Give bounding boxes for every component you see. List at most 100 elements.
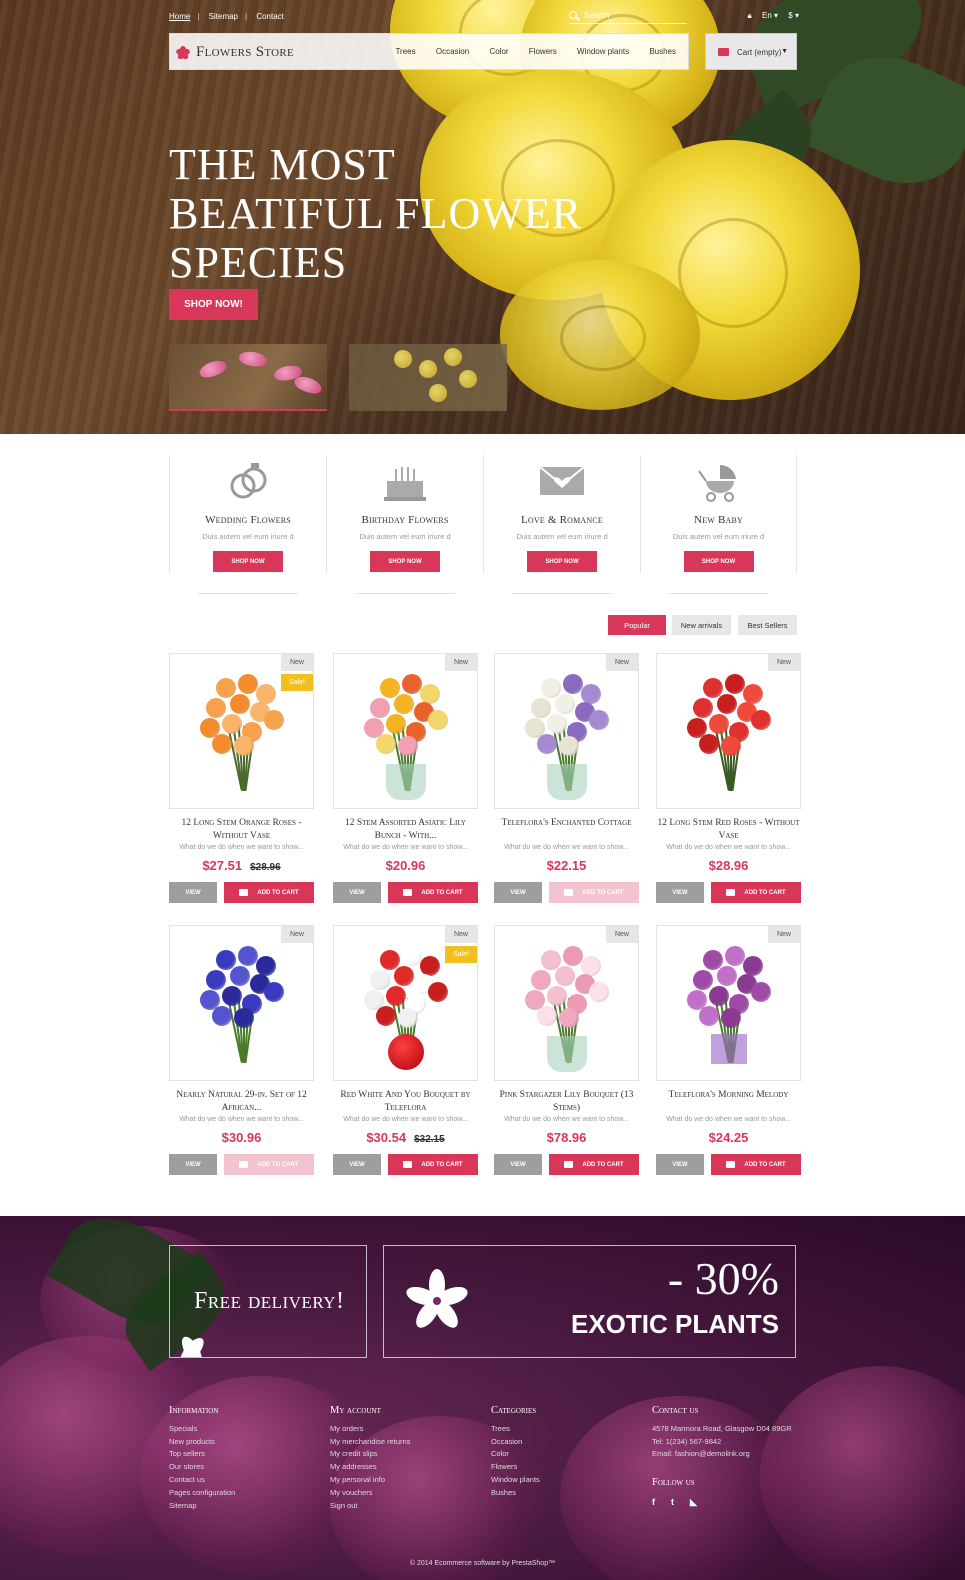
footer-link[interactable]: Sign out — [330, 1500, 410, 1513]
product-name[interactable]: Pink Stargazer Lily Bouquet (13 Stems) — [494, 1089, 639, 1115]
rss-icon[interactable]: ◣ — [690, 1496, 700, 1507]
product-card: New Pink Stargazer Lily Bouquet (13 Stems… — [494, 925, 639, 1175]
shop-now-button[interactable]: SHOP NOW — [527, 551, 597, 572]
product-image[interactable]: New Sale! — [333, 925, 478, 1081]
tab-best-sellers[interactable]: Best Sellers — [738, 615, 797, 635]
add-to-cart-button[interactable]: ADD TO CART — [549, 882, 639, 903]
slide-thumb-tulips[interactable] — [169, 344, 327, 411]
free-delivery-banner[interactable]: Free delivery! — [169, 1245, 367, 1358]
product-image[interactable]: New — [333, 653, 478, 809]
cart-icon — [564, 888, 574, 896]
cart-icon — [726, 888, 736, 896]
view-button[interactable]: VIEW — [656, 1154, 704, 1175]
footer-link[interactable]: Sitemap — [169, 1500, 235, 1513]
topbar-link-contact[interactable]: Contact — [256, 12, 284, 21]
language-selector[interactable]: En ▾ — [762, 11, 778, 20]
footer-link[interactable]: Window plants — [491, 1474, 540, 1487]
add-to-cart-button[interactable]: ADD TO CART — [388, 1154, 478, 1175]
add-to-cart-button[interactable]: ADD TO CART — [711, 1154, 801, 1175]
product-name[interactable]: Teleflora's Enchanted Cottage — [494, 817, 639, 843]
topbar-link-home[interactable]: Home — [169, 12, 190, 21]
footer-link[interactable]: My vouchers — [330, 1487, 410, 1500]
footer-link[interactable]: New products — [169, 1436, 235, 1449]
menu-item-bushes[interactable]: Bushes — [649, 47, 676, 56]
contact-email[interactable]: Email: fashion@demolink.org — [652, 1448, 792, 1461]
add-to-cart-button[interactable]: ADD TO CART — [224, 882, 314, 903]
footer-link[interactable]: Bushes — [491, 1487, 540, 1500]
lock-icon[interactable]: 🔒︎ — [748, 11, 752, 20]
view-button[interactable]: VIEW — [333, 882, 381, 903]
view-button[interactable]: VIEW — [333, 1154, 381, 1175]
footer-link[interactable]: My addresses — [330, 1461, 410, 1474]
menu-item-trees[interactable]: Trees — [395, 47, 415, 56]
product-description: What do we do when we want to show... — [179, 844, 304, 851]
follow-us-heading: Follow us — [652, 1477, 695, 1489]
currency-selector[interactable]: $ ▾ — [788, 11, 799, 20]
footer-link[interactable]: Color — [491, 1448, 540, 1461]
main-navbar: Flowers Store Trees Occasion Color Flowe… — [169, 33, 689, 70]
footer-link[interactable]: Pages configuration — [169, 1487, 235, 1500]
product-image[interactable]: New — [656, 925, 801, 1081]
product-name[interactable]: Red White And You Bouquet by Teleflora — [333, 1089, 478, 1115]
add-to-cart-button[interactable]: ADD TO CART — [549, 1154, 639, 1175]
add-to-cart-button[interactable]: ADD TO CART — [711, 882, 801, 903]
search-box[interactable] — [569, 9, 687, 24]
add-to-cart-button[interactable]: ADD TO CART — [224, 1154, 314, 1175]
search-icon[interactable] — [569, 11, 577, 19]
product-image[interactable]: New — [169, 925, 314, 1081]
product-image[interactable]: New — [494, 653, 639, 809]
category-card-wedding: Wedding Flowers Duis autem vel eum iriur… — [169, 455, 326, 594]
footer-link[interactable]: My orders — [330, 1423, 410, 1436]
product-card: New Teleflora's Enchanted Cottage What do … — [494, 653, 639, 903]
menu-item-color[interactable]: Color — [489, 47, 508, 56]
shop-now-button[interactable]: SHOP NOW — [370, 551, 440, 572]
footer-link[interactable]: Our stores — [169, 1461, 235, 1474]
view-button[interactable]: VIEW — [169, 882, 217, 903]
product-name[interactable]: Nearly Natural 29-in. Set of 12 African.… — [169, 1089, 314, 1115]
footer-link[interactable]: Occasion — [491, 1436, 540, 1449]
chevron-down-icon: ▼ — [781, 48, 788, 55]
add-to-cart-button[interactable]: ADD TO CART — [388, 882, 478, 903]
product-description: What do we do when we want to show... — [666, 844, 791, 851]
menu-item-occasion[interactable]: Occasion — [436, 47, 469, 56]
view-button[interactable]: VIEW — [656, 882, 704, 903]
slide-thumb-yellow-roses[interactable] — [349, 344, 507, 411]
facebook-icon[interactable]: f — [652, 1496, 662, 1507]
tab-popular[interactable]: Popular — [608, 615, 666, 635]
shop-now-button[interactable]: SHOP NOW — [683, 551, 754, 572]
view-button[interactable]: VIEW — [494, 1154, 542, 1175]
search-input[interactable] — [584, 9, 684, 21]
topbar-link-sitemap[interactable]: Sitemap — [209, 12, 238, 21]
product-image[interactable]: New — [494, 925, 639, 1081]
footer-link[interactable]: Contact us — [169, 1474, 235, 1487]
view-button[interactable]: VIEW — [169, 1154, 217, 1175]
tab-new-arrivals[interactable]: New arrivals — [672, 615, 731, 635]
view-button[interactable]: VIEW — [494, 882, 542, 903]
footer-link[interactable]: Trees — [491, 1423, 540, 1436]
cart-button[interactable]: Cart (empty) ▼ — [705, 33, 797, 70]
exotic-plants-banner[interactable]: - 30% EXOTIC PLANTS — [383, 1245, 796, 1358]
hero-shop-now-button[interactable]: SHOP NOW! — [169, 289, 258, 320]
shop-now-button[interactable]: SHOP NOW — [213, 551, 283, 572]
twitter-icon[interactable]: t — [671, 1496, 681, 1507]
product-name[interactable]: 12 Stem Assorted Asiatic Lily Bunch - Wi… — [333, 817, 478, 843]
product-image[interactable]: New Sale! — [169, 653, 314, 809]
footer-link[interactable]: Flowers — [491, 1461, 540, 1474]
product-name[interactable]: 12 Long Stem Red Roses - Without Vase — [656, 817, 801, 843]
logo[interactable]: Flowers Store — [175, 44, 294, 61]
footer-link[interactable]: My merchandise returns — [330, 1436, 410, 1449]
menu-item-flowers[interactable]: Flowers — [529, 47, 557, 56]
footer-link[interactable]: My personal info — [330, 1474, 410, 1487]
footer-link[interactable]: My credit slips — [330, 1448, 410, 1461]
cart-icon — [403, 888, 413, 896]
footer-link[interactable]: Specials — [169, 1423, 235, 1436]
product-name[interactable]: 12 Long Stem Orange Roses - Without Vase — [169, 817, 314, 843]
menu-item-window-plants[interactable]: Window plants — [577, 47, 629, 56]
product-card: New 12 Stem Assorted Asiatic Lily Bunch -… — [333, 653, 478, 903]
flower-logo-icon — [175, 45, 191, 60]
product-image[interactable]: New — [656, 653, 801, 809]
new-badge: New — [768, 926, 800, 943]
product-card: New 12 Long Stem Red Roses - Without Vase… — [656, 653, 801, 903]
product-name[interactable]: Teleflora's Morning Melody — [656, 1089, 801, 1115]
footer-link[interactable]: Top sellers — [169, 1448, 235, 1461]
